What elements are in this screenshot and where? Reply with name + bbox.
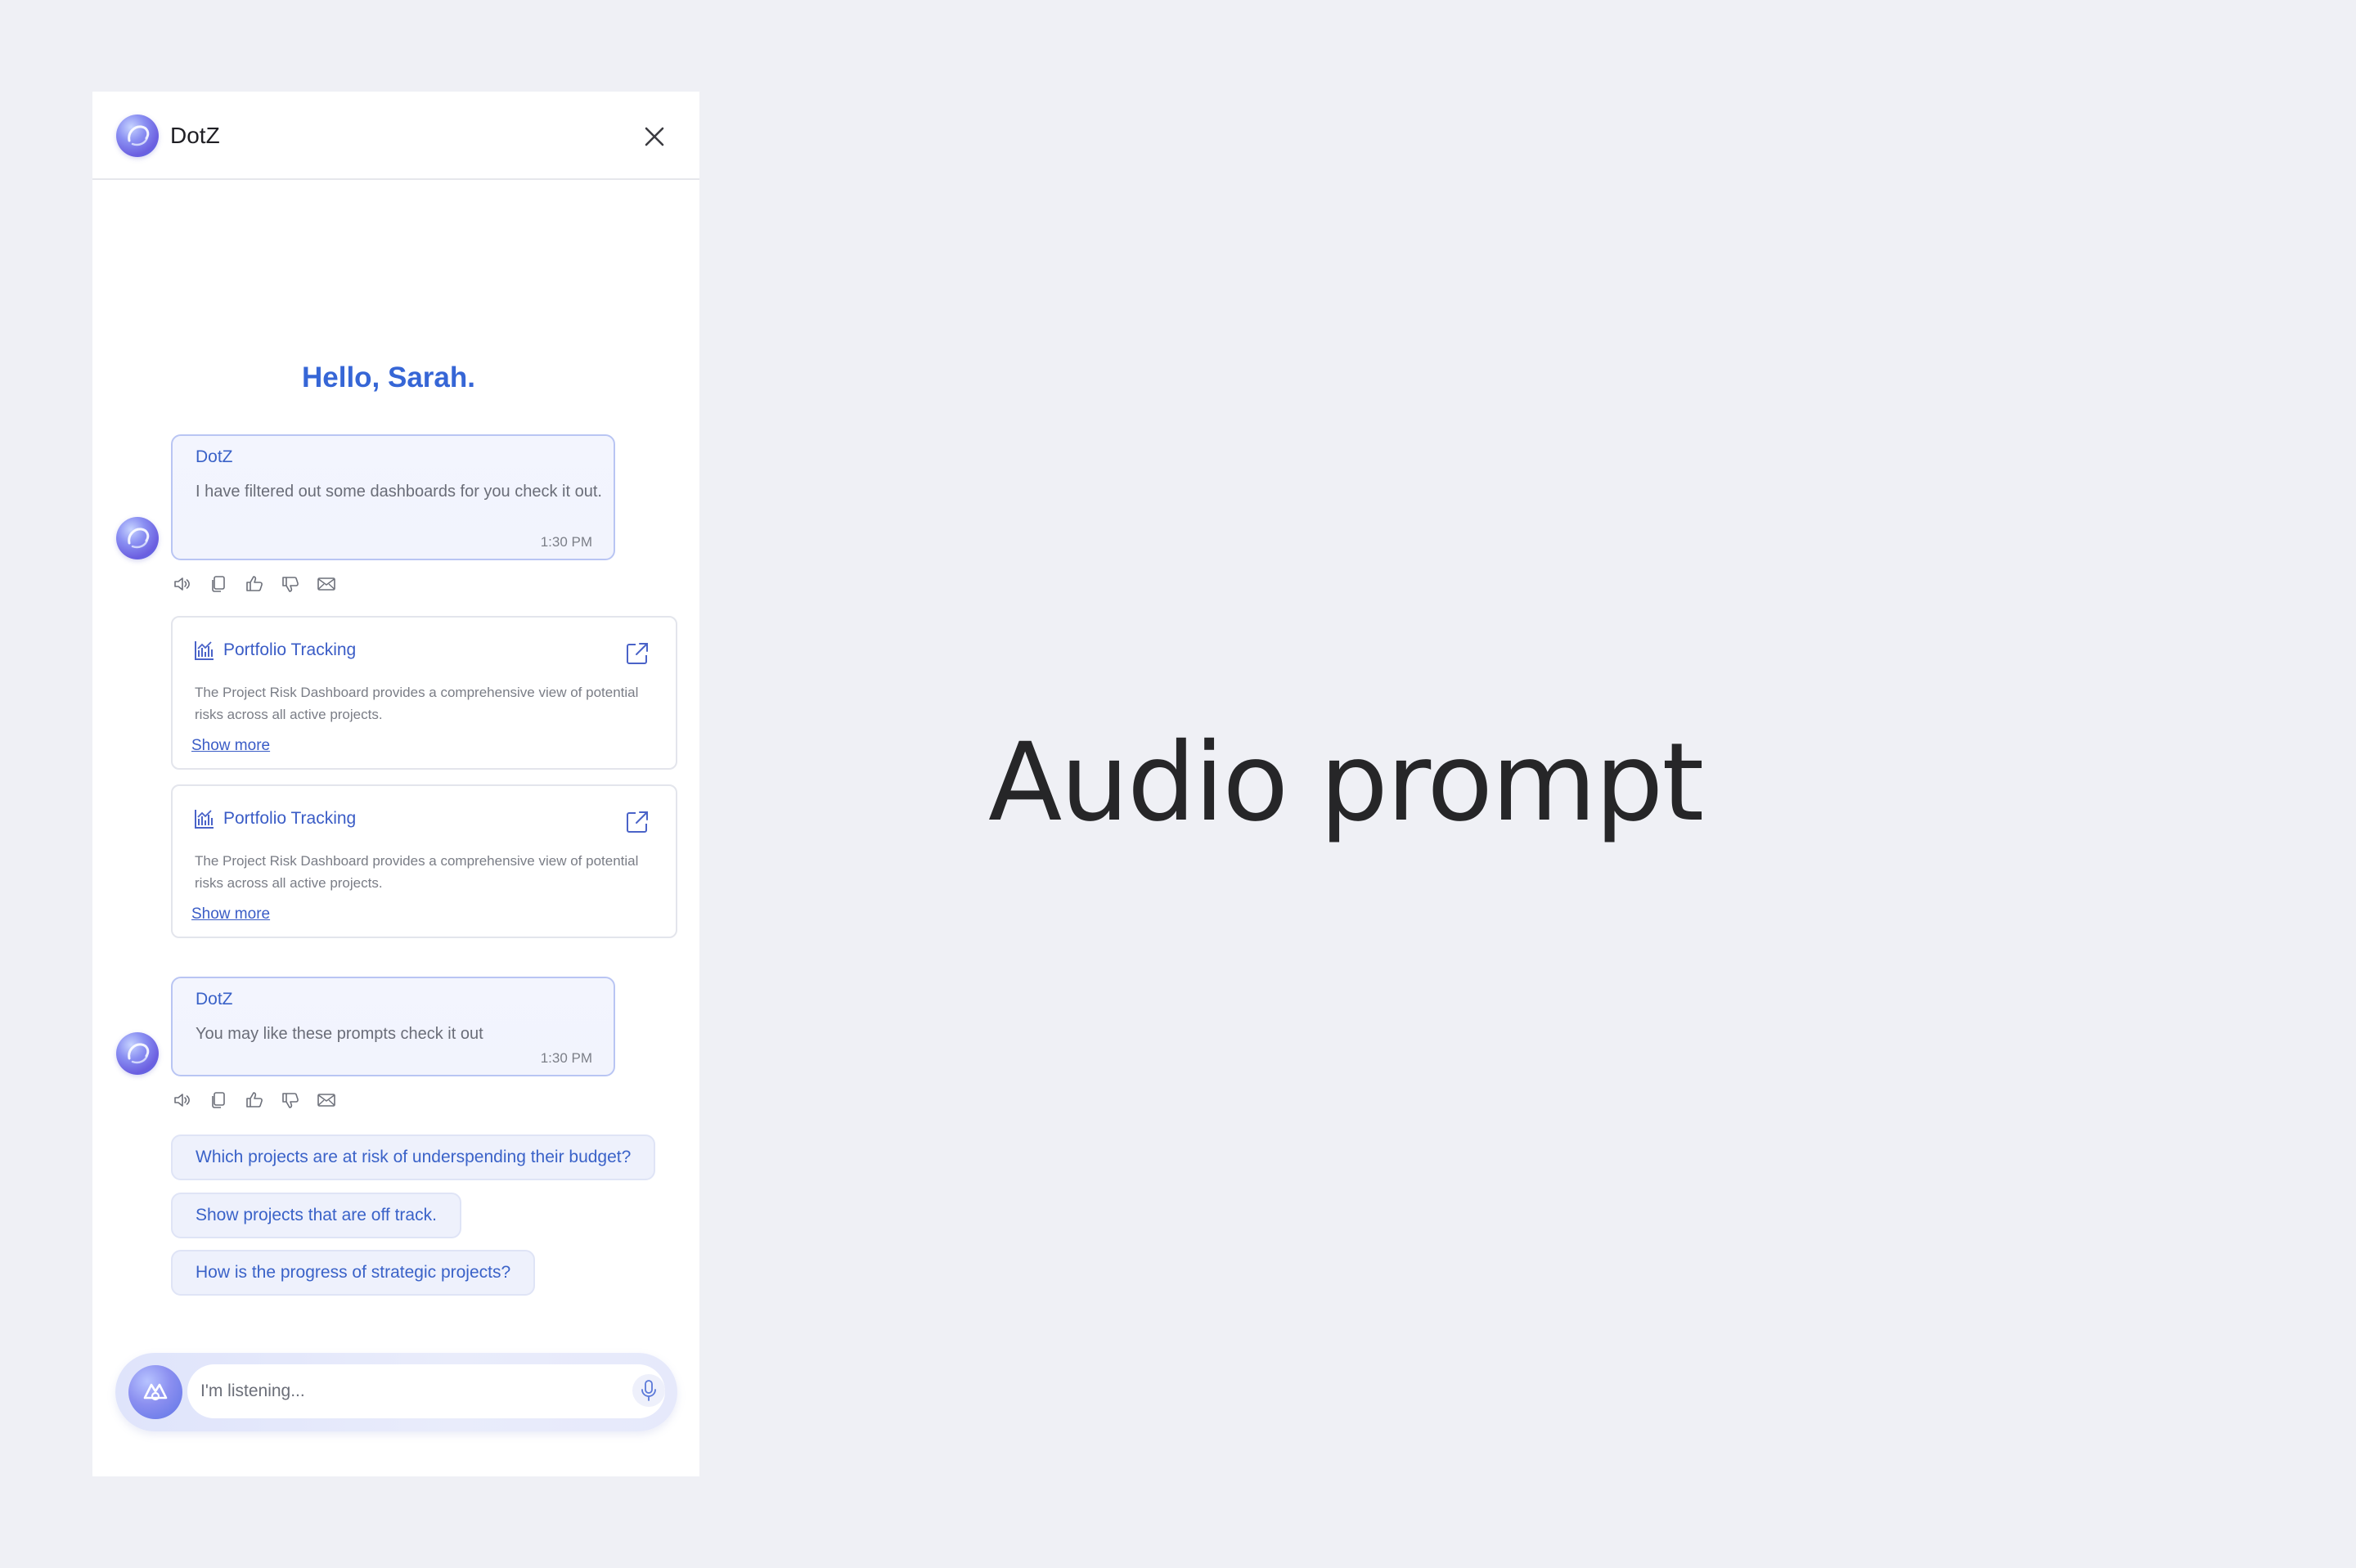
external-link-icon [627, 643, 648, 664]
card-title[interactable]: Portfolio Tracking [223, 809, 356, 829]
microphone-button[interactable] [632, 1374, 665, 1407]
dashboard-card[interactable]: Portfolio Tracking The Project Risk Dash… [171, 616, 677, 770]
dashboard-card[interactable]: Portfolio Tracking The Project Risk Dash… [171, 784, 677, 938]
message-bubble: DotZ I have filtered out some dashboards… [171, 434, 615, 560]
message-avatar [116, 517, 159, 559]
speaker-button[interactable] [173, 574, 192, 594]
thumbs-down-button[interactable] [281, 574, 300, 594]
external-link-icon [627, 811, 648, 833]
close-button[interactable] [642, 124, 667, 149]
close-icon [645, 127, 664, 146]
message-time: 1:30 PM [540, 534, 592, 550]
mail-button[interactable] [317, 1090, 336, 1110]
chart-icon [195, 810, 214, 829]
thumbs-down-button[interactable] [281, 1090, 300, 1110]
message-avatar [116, 1032, 159, 1075]
assistant-logo-icon [128, 528, 150, 549]
assistant-mode-icon [143, 1383, 168, 1401]
speaker-icon [174, 577, 190, 591]
copy-button[interactable] [209, 574, 228, 594]
microphone-icon [641, 1380, 656, 1401]
mail-button[interactable] [317, 574, 336, 594]
message-time: 1:30 PM [540, 1050, 592, 1066]
assistant-logo-icon [128, 125, 150, 146]
chat-panel: DotZ Hello, Sarah. DotZ I have filtered … [92, 92, 699, 1476]
assistant-mode-button[interactable] [128, 1365, 182, 1419]
thumbs-up-icon [246, 1092, 263, 1107]
thumbs-up-icon [246, 576, 263, 591]
caption-text: Audio prompt [988, 720, 1704, 846]
message-sender: DotZ [196, 447, 233, 466]
prompt-input[interactable] [187, 1364, 665, 1418]
greeting-text: Hello, Sarah. [301, 362, 476, 393]
copy-icon [212, 1092, 225, 1108]
suggestion-chip[interactable]: Show projects that are off track. [171, 1193, 461, 1238]
show-more-link[interactable]: Show more [191, 905, 270, 923]
mail-icon [317, 577, 335, 591]
thumbs-up-button[interactable] [245, 574, 264, 594]
chart-icon [195, 641, 214, 660]
prompt-bar [115, 1353, 677, 1431]
thumbs-up-button[interactable] [245, 1090, 264, 1110]
open-external-button[interactable] [624, 640, 650, 667]
chat-header: DotZ [92, 92, 699, 180]
suggestion-chip[interactable]: Which projects are at risk of underspend… [171, 1134, 656, 1180]
assistant-avatar [116, 115, 159, 157]
message-text: I have filtered out some dashboards for … [196, 483, 602, 501]
message-sender: DotZ [196, 990, 233, 1009]
speaker-icon [174, 1094, 190, 1107]
message-bubble: DotZ You may like these prompts check it… [171, 977, 615, 1076]
chat-title: DotZ [170, 123, 220, 148]
card-description: The Project Risk Dashboard provides a co… [195, 853, 639, 891]
open-external-button[interactable] [624, 809, 650, 835]
thumbs-down-icon [282, 577, 299, 592]
message-text: You may like these prompts check it out [196, 1025, 483, 1043]
assistant-logo-icon [128, 1043, 150, 1064]
show-more-link[interactable]: Show more [191, 737, 270, 755]
mail-icon [317, 1094, 335, 1107]
copy-button[interactable] [209, 1090, 228, 1110]
copy-icon [212, 576, 225, 592]
speaker-button[interactable] [173, 1090, 192, 1110]
suggestion-chip[interactable]: How is the progress of strategic project… [171, 1250, 536, 1296]
card-description: The Project Risk Dashboard provides a co… [195, 685, 639, 722]
thumbs-down-icon [282, 1093, 299, 1108]
card-title[interactable]: Portfolio Tracking [223, 640, 356, 660]
